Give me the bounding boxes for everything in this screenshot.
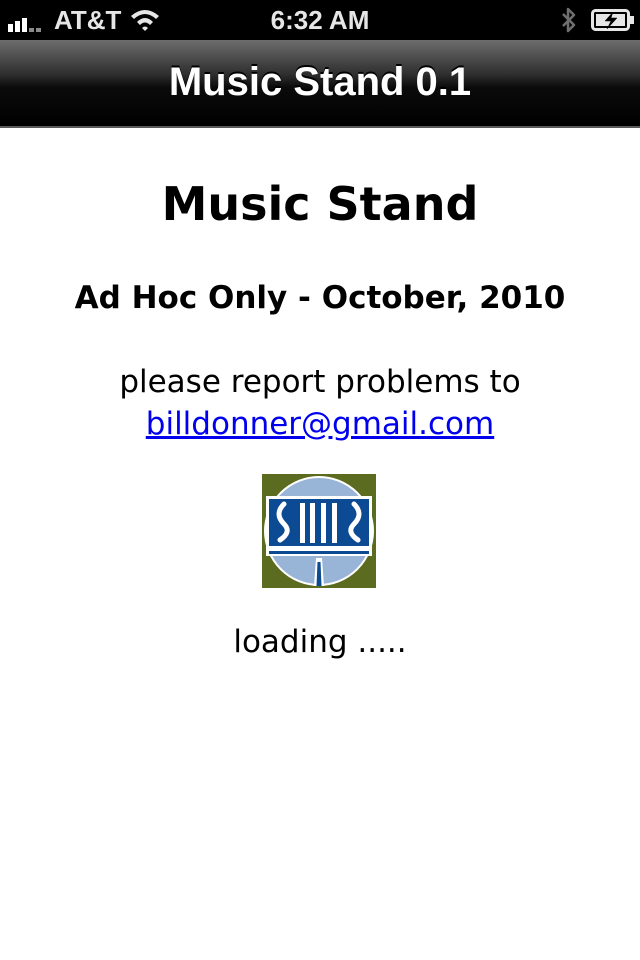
nav-title: Music Stand 0.1 [168,60,472,104]
email-link-row: billdonner@gmail.com [0,404,640,444]
bluetooth-icon [562,7,576,33]
status-bar: AT&T 6:32 AM [0,0,640,40]
loading-text: loading ..... [233,624,407,660]
email-link[interactable]: billdonner@gmail.com [146,406,494,442]
report-text: please report problems to [119,364,521,400]
screen: AT&T 6:32 AM Music Stand 0.1 Music Stand… [0,0,640,960]
page-heading: Music Stand [161,177,479,231]
battery-icon [591,9,634,31]
page-subheading: Ad Hoc Only - October, 2010 [74,280,566,316]
nav-bar: Music Stand 0.1 [0,40,640,128]
status-time: 6:32 AM [270,5,370,35]
music-stand-logo [262,474,376,588]
